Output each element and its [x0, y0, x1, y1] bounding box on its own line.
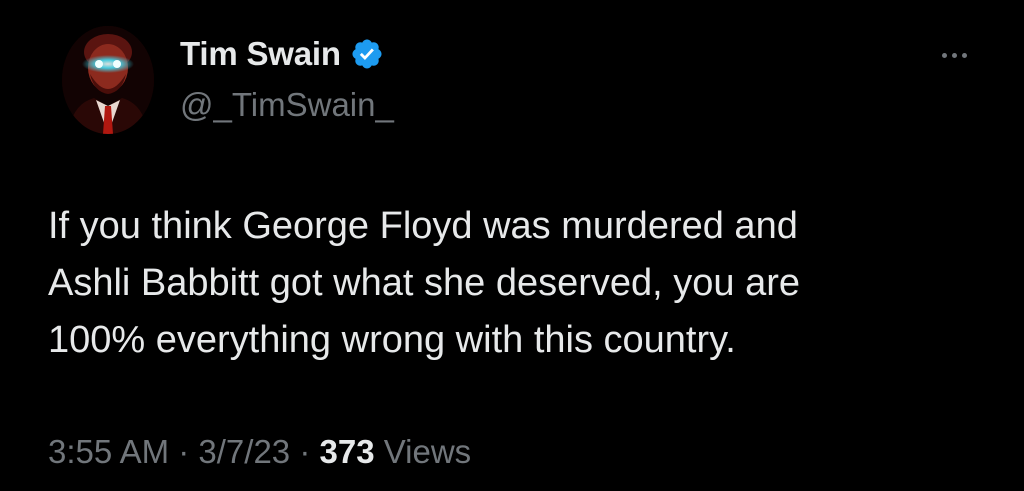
- name-row: Tim Swain: [180, 34, 394, 74]
- views-count[interactable]: 373: [319, 433, 374, 471]
- user-handle[interactable]: @_TimSwain_: [180, 86, 394, 124]
- more-horizontal-icon-dot: [961, 52, 967, 58]
- tweet-meta: 3:55 AM · 3/7/23 · 373 Views: [48, 433, 471, 471]
- tweet-date[interactable]: 3/7/23: [198, 433, 290, 471]
- display-name[interactable]: Tim Swain: [180, 35, 341, 73]
- meta-separator: ·: [169, 433, 199, 470]
- verified-badge-icon: [352, 39, 382, 69]
- views-label[interactable]: Views: [375, 433, 471, 471]
- more-horizontal-icon: [941, 52, 947, 58]
- tweet-header: Tim Swain @_TimSwain_: [180, 34, 394, 124]
- avatar[interactable]: [62, 26, 154, 134]
- avatar-image: [62, 26, 154, 134]
- tweet-text: If you think George Floyd was murdered a…: [48, 205, 801, 361]
- tweet-card: Tim Swain @_TimSwain_ If you think Georg…: [0, 0, 1024, 491]
- more-options-button[interactable]: [934, 40, 974, 70]
- tweet-time[interactable]: 3:55 AM: [48, 433, 169, 471]
- more-horizontal-icon-dot: [951, 52, 957, 58]
- meta-separator: ·: [290, 433, 320, 470]
